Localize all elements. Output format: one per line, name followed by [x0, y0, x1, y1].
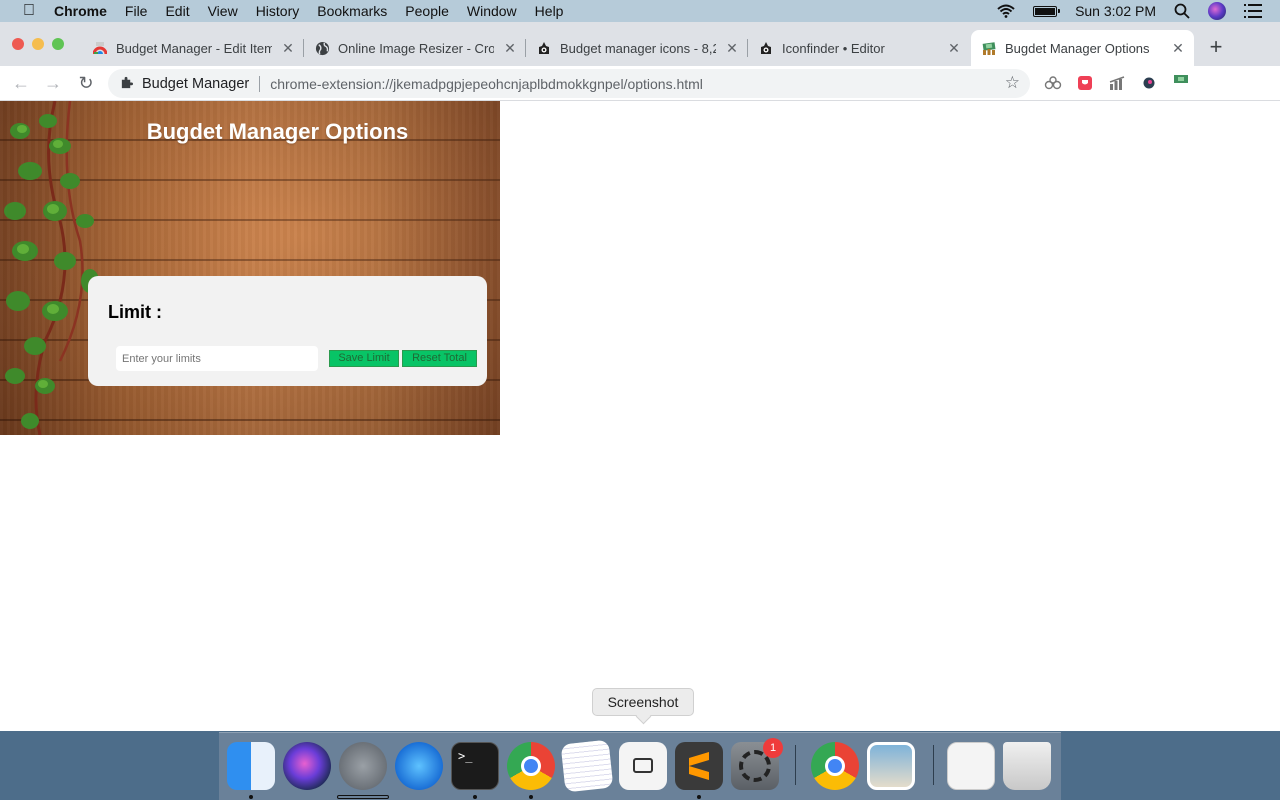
budget-manager-favicon	[92, 40, 108, 56]
tab-online-image-resizer[interactable]: Online Image Resizer - Crop ✕	[304, 30, 526, 66]
dock-launch-indicator	[337, 795, 389, 799]
system-preferences-badge: 1	[763, 738, 783, 758]
browser-toolbar: ← → ↻ Budget Manager chrome-extension://…	[0, 66, 1280, 162]
menu-help[interactable]: Help	[535, 3, 564, 19]
limit-label: Limit :	[108, 302, 162, 322]
tab-title: Budget manager icons - 8,2	[560, 40, 716, 56]
battery-icon[interactable]	[1033, 5, 1061, 17]
tab-budget-manager-options[interactable]: Bugdet Manager Options ✕	[971, 30, 1194, 66]
tab-title: Budget Manager - Edit Item	[116, 40, 272, 56]
iconfinder-icon	[536, 40, 552, 56]
dock-downloads-stack-icon[interactable]	[947, 742, 995, 790]
limit-card: Limit : Save Limit Reset Total	[88, 276, 487, 386]
tab-close-icon[interactable]: ✕	[280, 40, 296, 57]
dock-running-indicator	[697, 795, 701, 799]
dock-siri-icon[interactable]	[283, 742, 331, 790]
tab-close-icon[interactable]: ✕	[1170, 40, 1186, 57]
omnibox-divider	[259, 75, 261, 92]
window-close-button[interactable]	[12, 38, 24, 50]
menu-history[interactable]: History	[256, 3, 300, 19]
tab-close-icon[interactable]: ✕	[724, 40, 740, 57]
macos-dock: >_ 1	[219, 732, 1061, 800]
tab-title: Online Image Resizer - Crop	[338, 40, 494, 56]
back-button[interactable]: ←	[10, 72, 32, 94]
tab-close-icon[interactable]: ✕	[502, 40, 518, 57]
spotlight-search-icon[interactable]	[1174, 3, 1190, 19]
dock-chrome-canary-icon[interactable]	[811, 742, 859, 790]
dock-running-indicator	[473, 795, 477, 799]
window-maximize-button[interactable]	[52, 38, 64, 50]
tab-title: Iconfinder • Editor	[782, 40, 885, 56]
budget-manager-extension-icon[interactable]	[1172, 71, 1190, 89]
save-limit-button[interactable]: Save Limit	[329, 350, 399, 367]
window-minimize-button[interactable]	[32, 38, 44, 50]
menu-bookmarks[interactable]: Bookmarks	[317, 3, 387, 19]
dock-separator	[795, 745, 796, 785]
apple-menu-icon[interactable]: 	[20, 2, 38, 20]
url-text[interactable]: chrome-extension://jkemadpgpjepeohcnjapl…	[270, 76, 703, 92]
dock-launchpad-icon[interactable]	[339, 742, 387, 790]
bookmark-star-icon[interactable]: ☆	[1005, 73, 1020, 93]
dock-screenshot-icon[interactable]	[619, 742, 667, 790]
reload-button[interactable]: ↻	[75, 72, 97, 94]
dock-tooltip: Screenshot	[592, 688, 694, 716]
dock-terminal-icon[interactable]: >_	[451, 742, 499, 790]
dock-finder-icon[interactable]	[227, 742, 275, 790]
dock-textedit-icon[interactable]	[560, 739, 614, 793]
figma-extension-icon[interactable]	[1140, 74, 1158, 92]
globe-icon	[314, 40, 330, 56]
tab-title: Bugdet Manager Options	[1005, 40, 1150, 56]
browser-tab-strip: Budget Manager - Edit Item ✕ Online Imag…	[0, 22, 1280, 66]
page-content: Bugdet Manager Options Limit : Save Limi…	[0, 101, 1280, 731]
menu-view[interactable]: View	[208, 3, 238, 19]
dock-preview-icon[interactable]	[867, 742, 915, 790]
macos-menu-bar:  Chrome File Edit View History Bookmark…	[0, 0, 1280, 22]
menu-edit[interactable]: Edit	[165, 3, 189, 19]
dock-chrome-icon[interactable]	[507, 742, 555, 790]
dock-trash-icon[interactable]	[1003, 742, 1051, 790]
dock-separator	[933, 745, 934, 785]
notification-center-icon[interactable]	[1244, 4, 1262, 18]
iconfinder-icon	[758, 40, 774, 56]
address-bar[interactable]: Budget Manager chrome-extension://jkemad…	[108, 69, 1030, 98]
tab-close-icon[interactable]: ✕	[946, 40, 962, 57]
dock-running-indicator	[249, 795, 253, 799]
page-title: Bugdet Manager Options	[146, 119, 409, 144]
reset-total-button[interactable]: Reset Total	[402, 350, 477, 367]
dock-safari-icon[interactable]	[395, 742, 443, 790]
extension-circles-icon[interactable]	[1044, 74, 1062, 92]
chart-extension-icon[interactable]	[1108, 74, 1126, 92]
wifi-icon[interactable]	[997, 4, 1015, 18]
siri-icon[interactable]	[1208, 2, 1226, 20]
forward-button[interactable]: →	[42, 72, 64, 94]
menu-window[interactable]: Window	[467, 3, 517, 19]
money-stack-icon	[981, 40, 997, 56]
extension-puzzle-icon	[120, 76, 134, 92]
limit-input[interactable]	[116, 346, 318, 371]
menu-people[interactable]: People	[405, 3, 449, 19]
pocket-extension-icon[interactable]	[1076, 74, 1094, 92]
dock-sublime-text-icon[interactable]	[675, 742, 723, 790]
window-controls	[12, 38, 72, 50]
tab-budget-manager-edit-item[interactable]: Budget Manager - Edit Item ✕	[82, 30, 304, 66]
tab-iconfinder-editor[interactable]: Iconfinder • Editor ✕	[748, 30, 970, 66]
dock-running-indicator	[529, 795, 533, 799]
tab-budget-manager-icons[interactable]: Budget manager icons - 8,2 ✕	[526, 30, 748, 66]
options-panel-wood-background: Bugdet Manager Options Limit : Save Limi…	[0, 101, 500, 435]
menu-app-chrome[interactable]: Chrome	[54, 3, 107, 19]
site-name: Budget Manager	[142, 75, 250, 92]
new-tab-button[interactable]: +	[1206, 36, 1226, 58]
menubar-clock[interactable]: Sun 3:02 PM	[1075, 3, 1156, 19]
menu-file[interactable]: File	[125, 3, 148, 19]
